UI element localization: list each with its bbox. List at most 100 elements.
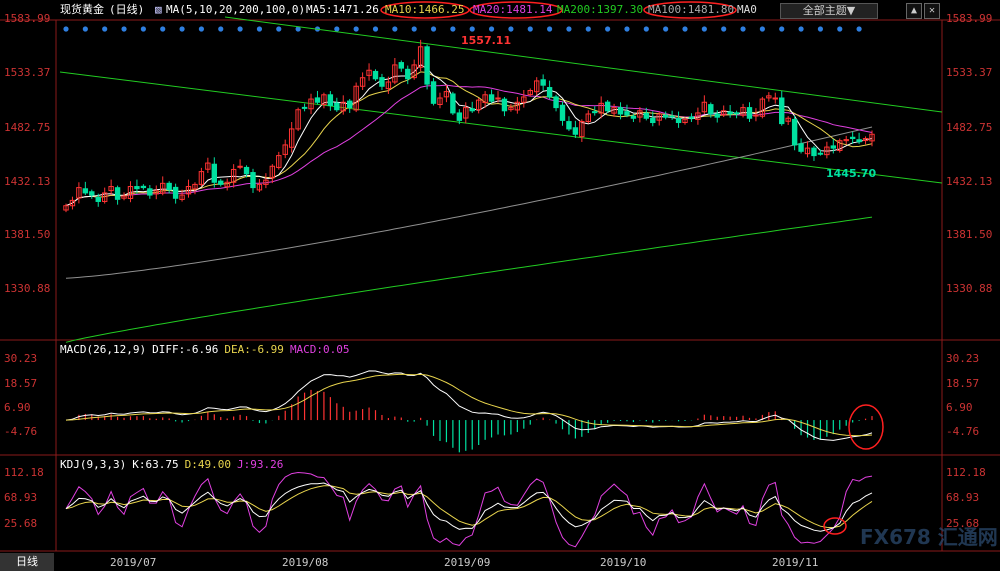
kdj-tick-right: 68.93: [946, 491, 980, 504]
period-label: (日线): [109, 3, 145, 16]
event-dot: [779, 26, 785, 32]
event-dot: [837, 26, 843, 32]
x-tick: 2019/10: [600, 556, 647, 569]
candle-body: [798, 143, 804, 152]
period-tab[interactable]: 日线: [0, 553, 54, 571]
event-dot: [450, 26, 456, 32]
candle-body: [772, 97, 778, 100]
candle-body: [856, 139, 862, 143]
candle-body: [779, 97, 785, 125]
candle-body: [714, 113, 720, 118]
candle-body: [811, 147, 817, 157]
ma100-line: [65, 126, 873, 279]
kdj-tick-left: 68.93: [4, 491, 38, 504]
kdj-d: D:49.00: [184, 458, 231, 471]
candle-body: [630, 115, 637, 119]
macd-tick-left: -4.76: [4, 425, 38, 438]
ma5-line: [65, 64, 873, 207]
event-dot: [488, 26, 495, 32]
close-icon[interactable]: ✕: [924, 3, 940, 19]
y-tick-right: 1583.99: [946, 12, 993, 25]
candle-body: [450, 93, 456, 114]
y-tick-right: 1330.88: [946, 282, 993, 295]
macd-header: MACD(26,12,9) DIFF:-6.96 DEA:-6.99 MACD:0.0…: [0, 343, 356, 357]
event-dot: [63, 26, 69, 32]
candle-body: [624, 111, 630, 116]
ma10-value: MA10:1466.25: [385, 3, 465, 16]
candle-body: [559, 104, 566, 121]
collapse-icon[interactable]: ▲: [906, 3, 922, 19]
y-tick-left: 1583.99: [4, 12, 51, 25]
macd-tick-right: 30.23: [946, 352, 980, 365]
event-dot: [643, 26, 649, 32]
event-dot: [276, 26, 282, 32]
kdj-tick-left: 112.18: [4, 466, 44, 479]
macd-tick-left: 30.23: [4, 352, 38, 365]
ma20-line: [65, 84, 873, 207]
y-tick-right: 1533.37: [946, 66, 993, 79]
event-dot: [759, 26, 765, 32]
candle-body: [604, 101, 611, 112]
candle-body: [456, 112, 463, 121]
x-tick: 2019/07: [110, 556, 157, 569]
candle-body: [430, 81, 437, 104]
event-dot: [508, 26, 514, 32]
candle-body: [675, 117, 682, 124]
event-dot: [218, 26, 224, 32]
chart-type-icon[interactable]: ▧: [155, 0, 162, 20]
kdj-tick-left: 25.68: [4, 517, 38, 530]
candle-body: [147, 188, 153, 196]
candle-body: [617, 107, 624, 115]
theme-select[interactable]: 全部主题▼: [780, 3, 878, 19]
candle-body: [243, 166, 250, 175]
event-dot: [721, 26, 727, 32]
candle-body: [250, 172, 256, 189]
candle-body: [82, 188, 89, 194]
x-tick: 2019/11: [772, 556, 819, 569]
kdj-d-line: [65, 485, 873, 529]
chart-svg[interactable]: [0, 0, 1000, 571]
candle-body: [553, 96, 559, 109]
macd-dea: DEA:-6.99: [224, 343, 284, 356]
event-dot: [160, 26, 166, 32]
event-dot: [353, 26, 359, 32]
candle-body: [488, 94, 495, 102]
kdj-tick-right: 112.18: [946, 466, 986, 479]
theme-select-label: 全部主题: [802, 4, 847, 17]
chart-stage[interactable]: [0, 0, 1000, 571]
x-tick: 2019/09: [444, 556, 491, 569]
candle-body: [546, 87, 553, 98]
y-tick-left: 1533.37: [4, 66, 51, 79]
macd-tick-left: 18.57: [4, 377, 38, 390]
watermark: FX678 汇通网: [860, 525, 998, 549]
macd-diff: DIFF:-6.96: [152, 343, 219, 356]
candle-body: [95, 196, 101, 202]
high-annotation: 1557.11: [461, 34, 512, 47]
macd-dea-line: [65, 373, 873, 437]
candle-body: [372, 70, 379, 80]
macd-diff-line: [65, 370, 873, 441]
x-tick: 2019/08: [282, 556, 329, 569]
candle-body: [540, 79, 546, 86]
event-dot: [256, 26, 263, 32]
candle-body: [708, 104, 714, 115]
candle-body: [114, 187, 121, 200]
channel-lower-line: [59, 71, 943, 184]
candle-body: [662, 114, 669, 118]
macd-label: MACD(26,12,9): [60, 343, 147, 356]
candle-body: [379, 77, 385, 87]
event-dot: [740, 26, 746, 32]
event-dot: [566, 26, 572, 32]
candle-body: [218, 180, 224, 185]
event-dot: [237, 26, 243, 32]
candle-body: [830, 145, 837, 149]
event-dot: [798, 26, 804, 32]
ma-params: MA(5,10,20,200,100,0): [166, 3, 306, 16]
event-dot: [682, 26, 688, 32]
event-dot: [624, 26, 630, 32]
event-dot: [527, 26, 533, 32]
kdj-label: KDJ(9,3,3): [60, 458, 127, 471]
candle-body: [301, 106, 308, 109]
event-dot: [392, 26, 398, 32]
ma10-line: [65, 71, 873, 207]
